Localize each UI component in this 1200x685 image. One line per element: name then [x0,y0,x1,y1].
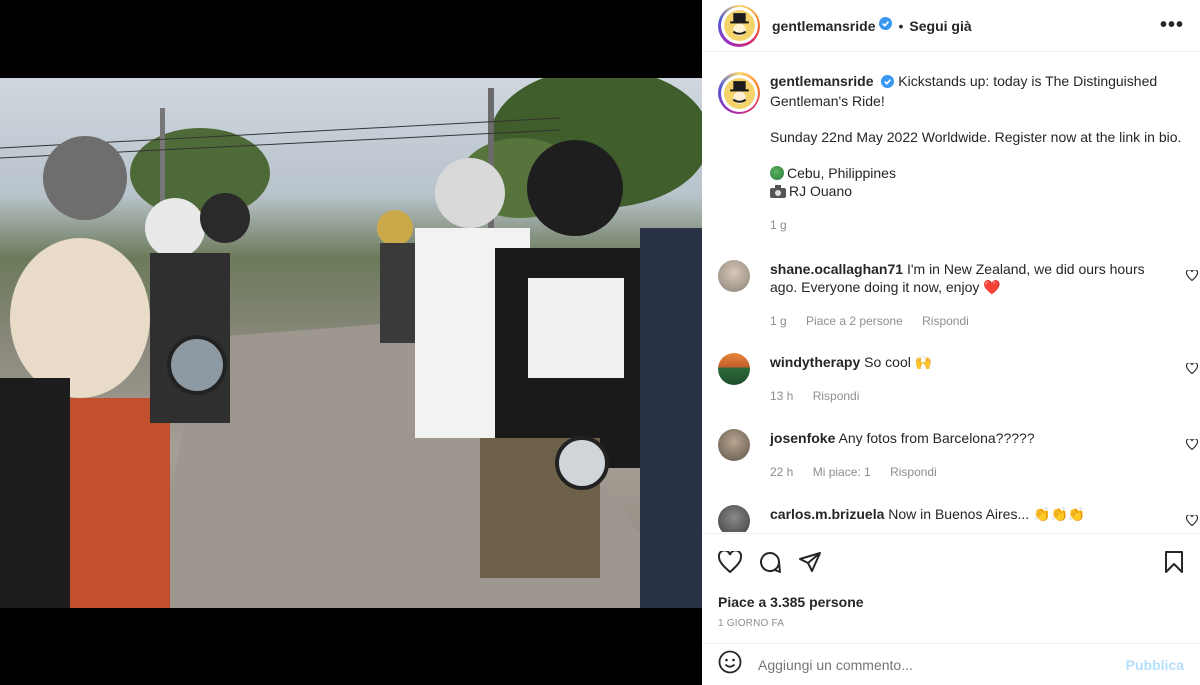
gentleman-logo-icon [723,77,755,109]
header-username[interactable]: gentlemansride [772,18,875,34]
comment-username[interactable]: shane.ocallaghan71 [770,261,903,277]
commenter-avatar[interactable] [718,353,750,385]
post-media [0,0,702,685]
comment-age: 22 h [770,465,794,479]
comment-item: josenfoke Any fotos from Barcelona????? … [718,429,1200,481]
comment-age: 13 h [770,389,794,403]
caption-location: Cebu, Philippines [787,165,896,181]
reply-button[interactable]: Rispondi [922,314,969,328]
share-icon[interactable] [798,550,822,579]
comment-username[interactable]: carlos.m.brizuela [770,506,884,522]
comment-age: 1 g [770,314,787,328]
post-timestamp: 1 GIORNO FA [718,618,785,629]
comment-item: shane.ocallaghan71 I'm in New Zealand, w… [718,260,1200,330]
commenter-avatar[interactable] [718,260,750,292]
post-photo[interactable] [0,78,702,608]
post-caption: gentlemansride Kickstands up: today is T… [718,72,1188,234]
post-side-panel: gentlemansride • Segui già ••• gentleman… [702,0,1200,685]
motorcycle-riders-photo [0,78,702,608]
comment-input[interactable] [758,656,1126,673]
following-button[interactable]: Segui già [909,18,971,34]
verified-icon [881,74,895,92]
publish-button[interactable]: Pubblica [1126,657,1184,673]
comment-likes[interactable]: Mi piace: 1 [813,465,871,479]
reply-button[interactable]: Rispondi [813,389,860,403]
comment-text: Now in Buenos Aires... 👏👏👏 [888,506,1086,522]
comment-likes[interactable]: Piace a 2 persone [806,314,903,328]
more-options-icon[interactable]: ••• [1160,14,1184,37]
separator-dot: • [898,17,904,34]
heart-icon[interactable] [1185,513,1199,531]
post-actions: Piace a 3.385 persone 1 GIORNO FA [702,533,1200,629]
camera-icon [770,184,786,202]
likes-count[interactable]: Piace a 3.385 persone [702,582,1200,610]
commenter-avatar[interactable] [718,429,750,461]
caption-event-date: Sunday 22nd May 2022 Worldwide. Register… [770,129,1182,145]
caption-credit: RJ Ouano [789,183,853,199]
comment-text: Any fotos from Barcelona????? [838,430,1035,446]
comment-username[interactable]: windytherapy [770,354,860,370]
comment-text: So cool 🙌 [864,354,933,370]
caption-avatar[interactable] [718,72,760,114]
caption-age: 1 g [770,218,787,232]
verified-icon [879,16,893,35]
comment-username[interactable]: josenfoke [770,430,835,446]
bookmark-icon[interactable] [1164,550,1184,579]
heart-icon[interactable] [1185,268,1199,286]
comment-item: windytherapy So cool 🙌 13 h Rispondi [718,353,1200,405]
heart-icon[interactable] [717,548,743,578]
post-header: gentlemansride • Segui già ••• [702,0,1200,52]
commenter-avatar[interactable] [718,505,750,532]
emoji-icon[interactable] [718,650,742,679]
reply-button[interactable]: Rispondi [890,465,937,479]
gentleman-logo-icon [723,10,755,41]
caption-username[interactable]: gentlemansride [770,73,873,89]
globe-icon [770,166,784,180]
comment-item: carlos.m.brizuela Now in Buenos Aires...… [718,505,1200,532]
comments-section[interactable]: gentlemansride Kickstands up: today is T… [702,52,1200,532]
heart-icon[interactable] [1185,361,1199,379]
heart-icon[interactable] [1185,437,1199,455]
author-avatar[interactable] [718,4,760,47]
add-comment-bar: Pubblica [702,643,1200,685]
comment-icon[interactable] [758,550,782,579]
